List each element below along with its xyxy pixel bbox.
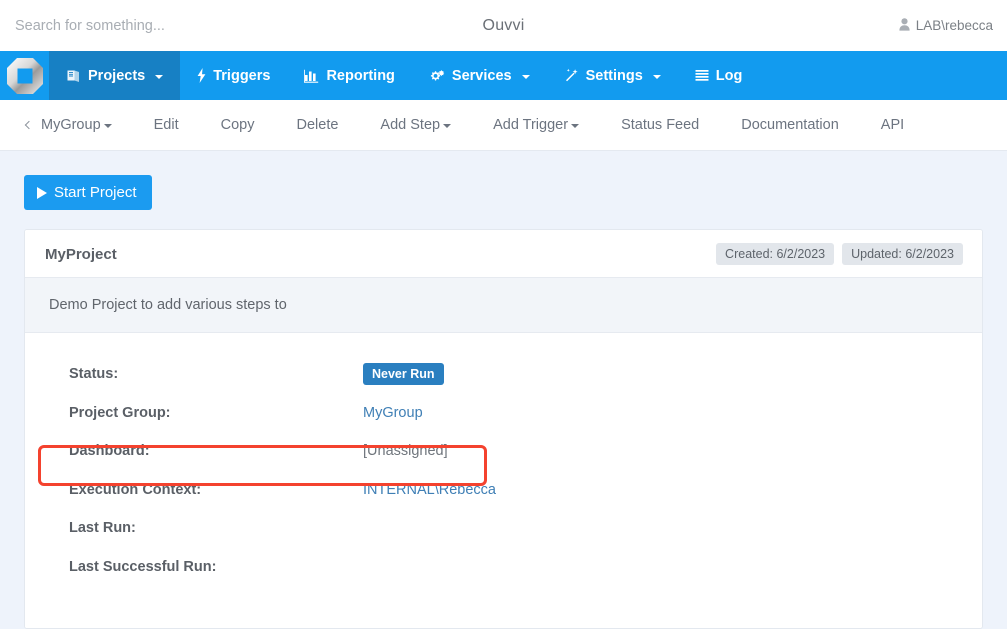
table-row-dashboard: Dashboard: [Unassigned] (45, 432, 962, 471)
table-row-project-group: Project Group: MyGroup (45, 394, 962, 433)
table-row-status: Status: Never Run (45, 355, 962, 394)
row-value: Never Run (363, 355, 962, 394)
subnav-label: Add Trigger (493, 117, 569, 133)
nav-label: Services (451, 67, 512, 84)
nav-label: Triggers (213, 67, 271, 84)
nav-item-triggers[interactable]: Triggers (180, 51, 287, 100)
row-label: Last Successful Run: (69, 558, 217, 575)
table-row-execution-context: Execution Context: INTERNAL\Rebecca (45, 471, 962, 510)
bar-chart-icon (304, 69, 319, 83)
page-title: MyProject (45, 245, 117, 263)
chevron-down-icon (103, 124, 112, 128)
execution-context-link[interactable]: INTERNAL\Rebecca (363, 482, 496, 498)
nav-item-services[interactable]: Services (412, 51, 547, 100)
chevron-down-icon (443, 124, 452, 128)
subnav-label: Copy (220, 117, 255, 133)
subnav-label: API (880, 117, 905, 133)
row-value (363, 548, 962, 587)
subnav-item-status-feed[interactable]: Status Feed (600, 117, 720, 133)
bolt-icon (197, 68, 206, 83)
table-row-last-successful-run: Last Successful Run: (45, 548, 962, 587)
user-icon (899, 17, 910, 34)
play-icon (37, 186, 47, 199)
nav-item-log[interactable]: Log (678, 51, 760, 100)
main-content: Start Project MyProject Created: 6/2/202… (0, 151, 1007, 629)
row-label: Execution Context: (69, 481, 202, 498)
status-badge: Never Run (363, 363, 444, 386)
nav-label: Projects (88, 67, 146, 84)
start-project-button[interactable]: Start Project (24, 175, 152, 210)
gears-icon (429, 69, 445, 83)
chevron-down-icon (571, 124, 580, 128)
project-panel: MyProject Created: 6/2/2023 Updated: 6/2… (24, 229, 983, 629)
chevron-down-icon (155, 74, 164, 79)
chevron-left-icon (24, 120, 34, 130)
sub-navigation: MyGroup Edit Copy Delete Add Step Add Tr… (0, 100, 1007, 151)
nav-label: Settings (585, 67, 643, 84)
subnav-label: Status Feed (621, 117, 700, 133)
nav-label: Reporting (326, 67, 395, 84)
row-label: Status: (69, 366, 119, 383)
chevron-down-icon (521, 74, 530, 79)
ouvvi-logo-icon[interactable] (0, 51, 49, 100)
project-group-link[interactable]: MyGroup (363, 405, 423, 421)
subnav-label: Add Step (380, 117, 441, 133)
chevron-down-icon (652, 74, 661, 79)
user-name-label: LAB\rebecca (915, 18, 993, 33)
project-details: Status: Never Run Project Group: MyGroup… (25, 333, 982, 628)
meta-badges: Created: 6/2/2023 Updated: 6/2/2023 (716, 243, 963, 265)
nav-label: Log (715, 67, 743, 84)
subnav-label: Documentation (741, 117, 839, 133)
row-value: [Unassigned] (363, 443, 448, 460)
book-icon (66, 69, 81, 83)
subnav-item-api[interactable]: API (860, 117, 925, 133)
subnav-label: Delete (296, 117, 339, 133)
nav-item-settings[interactable]: Settings (547, 51, 678, 100)
created-badge: Created: 6/2/2023 (716, 243, 835, 265)
main-navigation: Projects Triggers Reporting Services Set… (0, 51, 1007, 100)
user-menu[interactable]: LAB\rebecca (899, 0, 993, 51)
row-label: Last Run: (69, 520, 136, 537)
subnav-item-add-step[interactable]: Add Step (359, 117, 472, 133)
start-project-label: Start Project (54, 184, 137, 201)
updated-badge: Updated: 6/2/2023 (842, 243, 963, 265)
search-input[interactable] (3, 5, 303, 46)
subnav-label: Edit (153, 117, 179, 133)
subnav-item-edit[interactable]: Edit (133, 117, 200, 133)
magic-wand-icon (564, 68, 579, 83)
row-label: Dashboard: (69, 443, 150, 460)
row-label: Project Group: (69, 404, 171, 421)
nav-item-projects[interactable]: Projects (49, 51, 181, 100)
row-value: INTERNAL\Rebecca (363, 471, 962, 510)
subnav-label: MyGroup (41, 117, 101, 133)
project-panel-header: MyProject Created: 6/2/2023 Updated: 6/2… (25, 230, 982, 277)
subnav-item-add-trigger[interactable]: Add Trigger (472, 117, 600, 133)
subnav-item-delete[interactable]: Delete (276, 117, 360, 133)
row-value (363, 509, 962, 548)
subnav-item-mygroup[interactable]: MyGroup (22, 117, 133, 133)
subnav-item-copy[interactable]: Copy (200, 117, 276, 133)
details-table: Status: Never Run Project Group: MyGroup… (45, 355, 962, 586)
project-description: Demo Project to add various steps to (25, 277, 982, 333)
nav-item-reporting[interactable]: Reporting (287, 51, 411, 100)
table-row-last-run: Last Run: (45, 509, 962, 548)
row-value: MyGroup (363, 394, 962, 433)
subnav-item-documentation[interactable]: Documentation (720, 117, 860, 133)
list-icon (695, 69, 709, 82)
top-bar: Ouvvi LAB\rebecca (0, 0, 1007, 51)
